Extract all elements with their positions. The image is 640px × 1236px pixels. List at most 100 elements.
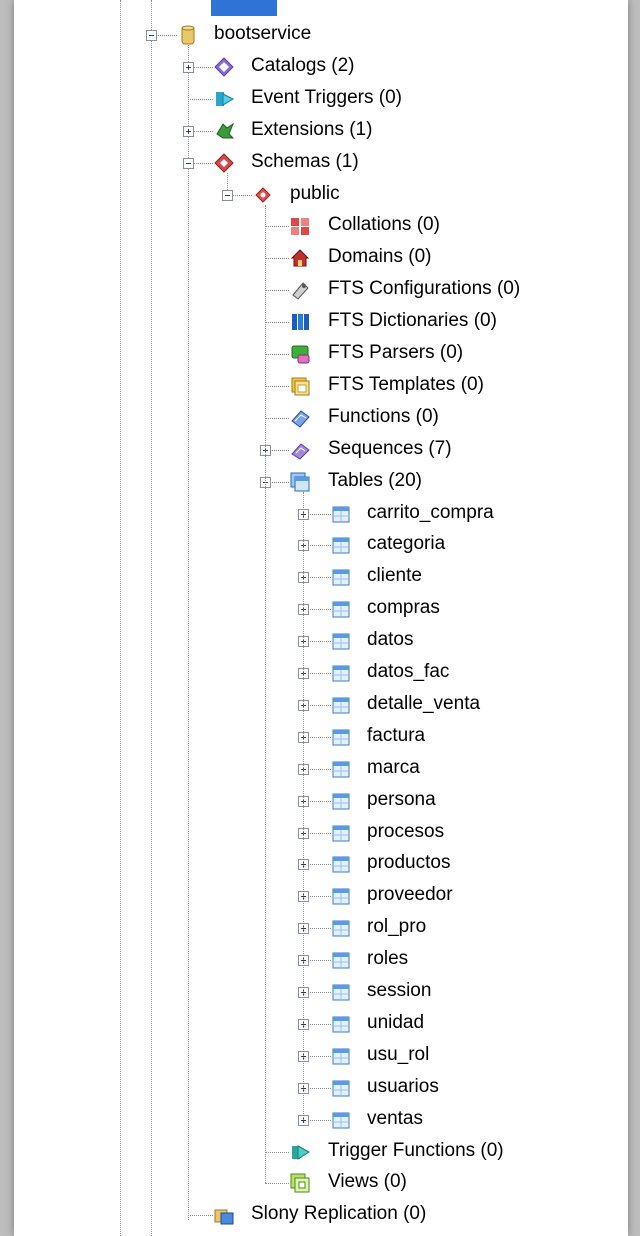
table-name-label: categoria [367, 533, 446, 555]
table-name-label: cliente [367, 565, 422, 587]
node-label-database: bootservice [214, 23, 312, 44]
fts-parsers-icon [289, 343, 311, 365]
tree-node-sequences[interactable] [14, 435, 614, 465]
tree-connector-line [265, 354, 289, 355]
node-label-slony-replication: Slony Replication (0) [251, 1203, 427, 1225]
node-label-fts-configurations: FTS Configurations (0) [328, 278, 521, 300]
table-name-label: carrito_compra [367, 501, 494, 523]
node-label-trigger-functions: Trigger Functions (0) [328, 1139, 504, 1161]
table-name-label: roles [367, 948, 409, 970]
tree-connector-line [188, 1215, 213, 1217]
node-label-fts-parsers: FTS Parsers (0) [328, 342, 464, 363]
collapse-icon[interactable] [183, 157, 194, 169]
tree-node-domains[interactable] [14, 243, 614, 273]
tree-connector-line [265, 1151, 289, 1153]
tree-connector-line [265, 1183, 289, 1185]
tree-node-tables[interactable] [14, 467, 614, 497]
table-icon [330, 534, 352, 556]
table-name-label: usuarios [367, 1075, 439, 1097]
table-icon [330, 1013, 352, 1035]
schemas-icon [213, 152, 235, 174]
tree-node-trigger-functions[interactable] [14, 1137, 614, 1167]
table-name-label: procesos [367, 820, 445, 842]
node-label-tables: Tables (20) [328, 469, 422, 491]
collapse-icon[interactable] [222, 189, 233, 201]
tree-connector-line [265, 417, 289, 419]
table-icon [330, 566, 352, 588]
node-label-fts-dictionaries: FTS Dictionaries (0) [328, 310, 497, 332]
tree-connector-line [265, 258, 289, 260]
selected-node-highlight [211, 0, 277, 16]
table-name-label: datos_fac [367, 661, 450, 682]
object-browser-tree: bootservice Catalogs (2) Event Triggers (0… [14, 0, 628, 1236]
views-icon [289, 1172, 311, 1194]
sequences-icon [289, 439, 311, 461]
node-label-functions: Functions (0) [328, 405, 439, 427]
node-label-event-triggers: Event Triggers (0) [251, 86, 402, 108]
table-name-label: session [367, 980, 432, 1001]
table-name-label: compras [367, 597, 440, 619]
tree-node-functions[interactable] [14, 403, 614, 433]
table-icon [330, 758, 352, 780]
tree-connector-line [303, 491, 304, 1120]
fts-configurations-icon [289, 279, 311, 301]
expand-icon[interactable] [183, 125, 194, 137]
extensions-icon [213, 120, 235, 142]
collapse-icon[interactable] [146, 30, 157, 41]
database-icon [177, 24, 199, 46]
node-label-sequences: Sequences (7) [328, 437, 452, 459]
domains-icon [289, 247, 311, 269]
node-label-extensions: Extensions (1) [251, 118, 373, 140]
tables-icon [289, 471, 311, 493]
table-icon [330, 981, 352, 1003]
table-name-label: factura [367, 724, 426, 746]
table-icon [330, 885, 352, 907]
table-name-label: proveedor [367, 884, 453, 906]
table-name-label: ventas [367, 1107, 423, 1129]
node-label-schemas: Schemas (1) [251, 150, 359, 172]
table-icon [330, 694, 352, 716]
table-icon [330, 822, 352, 844]
table-icon [330, 790, 352, 812]
table-name-label: persona [367, 788, 436, 810]
slony-replication-icon [213, 1204, 235, 1226]
tree-node-views[interactable] [14, 1168, 614, 1198]
tree-connector-line [265, 226, 289, 228]
table-name-label: detalle_venta [367, 692, 481, 714]
table-name-label: marca [367, 756, 420, 778]
tree-node-database[interactable] [14, 20, 614, 50]
table-icon [330, 662, 352, 684]
fts-dictionaries-icon [289, 311, 311, 333]
event-triggers-icon [213, 88, 235, 110]
tree-connector-line [265, 385, 289, 387]
table-icon [330, 917, 352, 939]
table-icon [330, 1045, 352, 1067]
table-icon [330, 1109, 352, 1131]
node-label-domains: Domains (0) [328, 246, 432, 268]
tree-connector-line [188, 98, 213, 100]
collations-icon [289, 215, 311, 237]
table-name-label: unidad [367, 1011, 425, 1033]
node-label-fts-templates: FTS Templates (0) [328, 373, 484, 395]
tree-node-fts-dictionaries[interactable] [14, 307, 614, 337]
table-icon [330, 630, 352, 652]
schema-icon [252, 184, 274, 206]
table-icon [330, 503, 352, 525]
table-name-label: productos [367, 852, 451, 874]
node-label-views: Views (0) [328, 1171, 407, 1193]
table-icon [330, 598, 352, 620]
tree-node-fts-templates[interactable] [14, 371, 614, 401]
table-icon [330, 853, 352, 875]
tree-connector-line [265, 322, 289, 324]
table-icon [330, 949, 352, 971]
catalogs-icon [213, 56, 235, 78]
tree-node-collations[interactable] [14, 211, 614, 241]
fts-templates-icon [289, 375, 311, 397]
tree-node-fts-parsers[interactable] [14, 339, 614, 369]
tree-connector-line [265, 290, 289, 292]
node-label-collations: Collations (0) [328, 214, 440, 236]
tree-node-fts-configurations[interactable] [14, 275, 614, 305]
node-label-catalogs: Catalogs (2) [251, 54, 355, 76]
table-name-label: datos [367, 629, 414, 651]
expand-icon[interactable] [183, 61, 194, 73]
